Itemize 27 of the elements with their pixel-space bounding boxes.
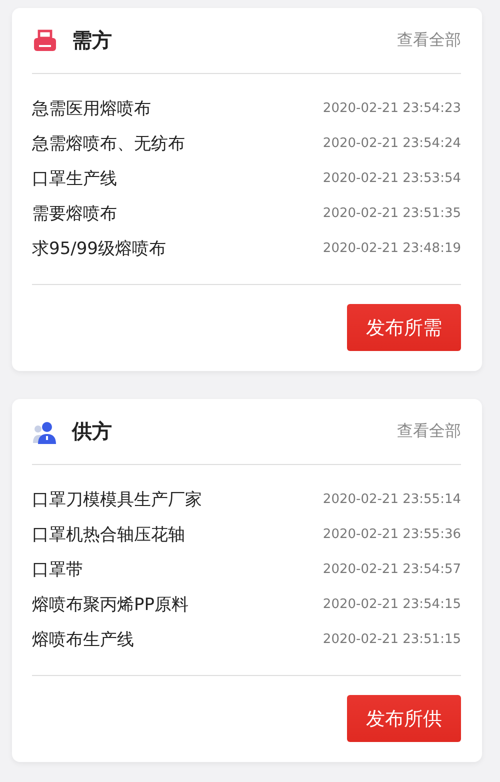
section-title: 需方 [72,27,112,54]
view-all-link[interactable]: 查看全部 [397,30,461,51]
post-time: 2020-02-21 23:48:19 [322,241,461,256]
publish-button[interactable]: 发布所需 [347,304,461,351]
post-time: 2020-02-21 23:53:54 [322,171,461,186]
post-title-link[interactable]: 口罩生产线 [32,167,117,190]
post-title-link[interactable]: 熔喷布聚丙烯PP原料 [32,593,189,616]
post-time: 2020-02-21 23:54:15 [322,597,461,612]
printer-icon [32,28,58,54]
post-time: 2020-02-21 23:55:14 [322,492,461,507]
post-title-link[interactable]: 急需医用熔喷布 [32,97,151,120]
post-title-link[interactable]: 口罩机热合轴压花轴 [32,523,185,546]
post-title-link[interactable]: 求95/99级熔喷布 [32,237,166,260]
post-title-link[interactable]: 口罩带 [32,558,83,581]
post-time: 2020-02-21 23:54:23 [322,101,461,116]
post-time: 2020-02-21 23:51:15 [322,632,461,647]
post-title-link[interactable]: 口罩刀模模具生产厂家 [32,488,202,511]
view-all-link[interactable]: 查看全部 [397,421,461,442]
post-title-link[interactable]: 熔喷布生产线 [32,628,134,651]
post-time: 2020-02-21 23:51:35 [322,206,461,221]
section-title: 供方 [72,418,112,445]
post-time: 2020-02-21 23:55:36 [322,527,461,542]
post-title-link[interactable]: 急需熔喷布、无纺布 [32,132,185,155]
post-title-link[interactable]: 需要熔喷布 [32,202,117,225]
publish-button[interactable]: 发布所供 [347,695,461,742]
post-time: 2020-02-21 23:54:24 [322,136,461,151]
post-time: 2020-02-21 23:54:57 [322,562,461,577]
